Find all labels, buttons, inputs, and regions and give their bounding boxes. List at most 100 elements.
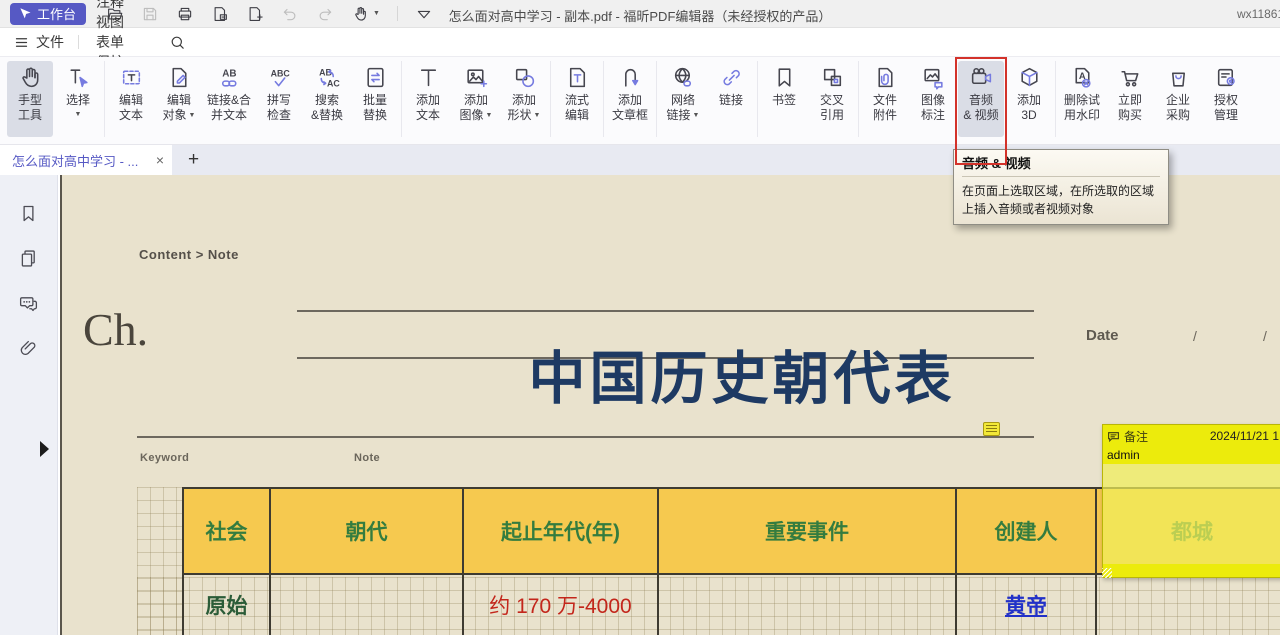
table-header-cell: 起止年代(年): [464, 489, 659, 573]
document-tab[interactable]: 怎么面对高中学习 - ... ×: [0, 145, 172, 175]
ribbon-item-add-image[interactable]: 添加图像▼: [453, 61, 499, 137]
ribbon-item-remove-trial-watermark[interactable]: A删除试用水印: [1059, 61, 1105, 137]
doc-export-icon: [211, 5, 229, 23]
ribbon-item-label: 文件: [873, 93, 897, 108]
new-tab-button[interactable]: +: [188, 146, 199, 174]
ribbon-item-link[interactable]: 链接: [708, 61, 754, 137]
printer-button[interactable]: [176, 5, 194, 23]
link-icon: [719, 65, 744, 93]
sticky-note[interactable]: 备注 2024/11/21 1 admin: [1102, 424, 1280, 578]
ribbon-item-bookmark[interactable]: 书签: [761, 61, 807, 137]
ribbon-item-license-manage[interactable]: 授权管理: [1203, 61, 1249, 137]
chevron-down-button[interactable]: [415, 5, 433, 23]
sticky-note-title: 备注: [1124, 428, 1148, 445]
ribbon-item-label: 拼写: [267, 93, 291, 108]
ribbon-group: 添加文本添加图像▼添加形状▼: [402, 61, 551, 137]
ribbon-item-label: 替换: [363, 108, 387, 123]
ribbon-item-spell-check[interactable]: ABC 拼写检查: [256, 61, 302, 137]
edit-object-icon: [167, 65, 192, 93]
table-cell[interactable]: 黄帝: [957, 575, 1097, 635]
search-icon: [169, 34, 186, 51]
ribbon-item-edit-text[interactable]: 编辑文本: [108, 61, 154, 137]
batch-replace-icon: [363, 65, 388, 93]
menu-item-注释[interactable]: 注释: [83, 0, 165, 12]
ribbon-group: 添加文章框: [604, 61, 657, 137]
ribbon-item-file-attachment[interactable]: 文件附件: [862, 61, 908, 137]
doc-new-icon: [246, 5, 264, 23]
toolbar-divider: [397, 6, 398, 21]
ribbon-item-label: 形状▼: [508, 108, 541, 123]
ribbon-item-label: 链接: [719, 93, 743, 108]
ribbon-item-label: 流式: [565, 93, 589, 108]
ribbon-item-image-callout[interactable]: 图像标注: [910, 61, 956, 137]
sidebar-panel-pages[interactable]: [18, 248, 39, 269]
ribbon-item-label: 添加: [618, 93, 642, 108]
undo-icon: [281, 5, 299, 23]
doc-breadcrumb: Content > Note: [139, 247, 239, 262]
ribbon-item-batch-replace[interactable]: 批量替换: [352, 61, 398, 137]
table-cell: [271, 575, 464, 635]
ribbon-item-label: 文章框: [612, 108, 648, 123]
ribbon-item-edit-object[interactable]: 编辑对象▼: [156, 61, 202, 137]
ribbon-item-label: 链接▼: [667, 108, 700, 123]
ribbon-item-search-replace[interactable]: ABAC搜索&替换: [304, 61, 350, 137]
ribbon-item-hand-tool[interactable]: 手型工具: [7, 61, 53, 137]
ribbon-item-link-merge-text[interactable]: AB链接&合并文本: [204, 61, 254, 137]
hand-gesture-button[interactable]: ▼: [351, 5, 380, 23]
ribbon-item-label: 检查: [267, 108, 291, 123]
ribbon-item-web-link[interactable]: 网络链接▼: [660, 61, 706, 137]
menu-item-表单[interactable]: 表单: [83, 32, 165, 52]
tab-close-button[interactable]: ×: [156, 152, 164, 168]
dropdown-caret-icon: ▼: [486, 112, 493, 119]
web-link-icon: [671, 65, 696, 93]
ribbon-item-add-3d[interactable]: 添加3D: [1006, 61, 1052, 137]
table-cell: [1097, 575, 1280, 635]
ribbon-group: 手型工具选择▼: [4, 61, 105, 137]
ribbon-item-enterprise-purchase[interactable]: 企业采购: [1155, 61, 1201, 137]
ribbon-item-select-cursor[interactable]: 选择▼: [55, 61, 101, 137]
ribbon-item-add-shape[interactable]: 添加形状▼: [501, 61, 547, 137]
sidebar-panel-attachment[interactable]: [18, 338, 39, 359]
doc-new-button[interactable]: [246, 5, 264, 23]
menu-item-视图[interactable]: 视图: [83, 12, 165, 32]
ribbon-item-label: 图像: [921, 93, 945, 108]
dropdown-caret-icon: ▼: [373, 10, 380, 17]
pages-icon: [18, 248, 39, 269]
ribbon-item-cross-reference[interactable]: 交叉引用: [809, 61, 855, 137]
ribbon-item-buy-now[interactable]: 立即购买: [1107, 61, 1153, 137]
menu-item-file[interactable]: 文件: [0, 28, 74, 56]
ribbon-item-article-box[interactable]: 添加文章框: [607, 61, 653, 137]
comment-annotation-icon[interactable]: [983, 422, 1000, 436]
ribbon-toolbar: 手型工具选择▼编辑文本编辑对象▼AB链接&合并文本 ABC 拼写检查 ABAC搜索&替…: [0, 57, 1280, 145]
ribbon-item-label: 附件: [873, 108, 897, 123]
sticky-note-header[interactable]: 备注 2024/11/21 1: [1103, 425, 1280, 447]
note-resize-handle[interactable]: [1102, 568, 1112, 578]
hand-tool-icon: [18, 65, 43, 93]
sticky-note-body[interactable]: [1103, 464, 1280, 564]
bookmark-icon: [772, 65, 797, 93]
doc-export-button[interactable]: [211, 5, 229, 23]
ribbon-item-label: 购买: [1118, 108, 1142, 123]
link-merge-text-icon: AB: [217, 65, 242, 93]
search-button[interactable]: [169, 34, 186, 51]
ribbon-item-flow-edit[interactable]: 流式编辑: [554, 61, 600, 137]
ribbon-item-audio-video[interactable]: 音频& 视频音频 & 视频在页面上选取区域，在所选取的区域上插入音频或者视频对象: [958, 61, 1004, 137]
dropdown-caret-icon: ▼: [189, 112, 196, 119]
ribbon-item-label: 删除试: [1064, 93, 1100, 108]
ribbon-group: 编辑文本编辑对象▼AB链接&合并文本 ABC 拼写检查 ABAC搜索&替换批量替换: [105, 61, 402, 137]
svg-text:ABC: ABC: [270, 68, 290, 78]
ribbon-item-label: 引用: [820, 108, 844, 123]
ribbon-item-add-text[interactable]: 添加文本: [405, 61, 451, 137]
foxit-pdf-editor-window: 工作台 ▼ 怎么面对高中学习 - 副本.pdf - 福昕PDF编辑器（未经授权的…: [0, 0, 1280, 635]
workbench-button[interactable]: 工作台: [10, 3, 86, 25]
file-attachment-icon: [873, 65, 898, 93]
sidebar-panel-bookmark[interactable]: [18, 203, 39, 224]
ribbon-group: 文件附件图像标注音频& 视频音频 & 视频在页面上选取区域，在所选取的区域上插入…: [859, 61, 1056, 137]
sidebar-panel-comment[interactable]: [18, 293, 39, 314]
table-cell: 约 170 万-4000: [464, 575, 659, 635]
sidebar-expand-handle[interactable]: [40, 441, 49, 457]
redo-button[interactable]: [316, 5, 334, 23]
undo-button[interactable]: [281, 5, 299, 23]
spell-check-icon: ABC: [267, 65, 292, 93]
ribbon-item-label: 文本: [119, 108, 143, 123]
